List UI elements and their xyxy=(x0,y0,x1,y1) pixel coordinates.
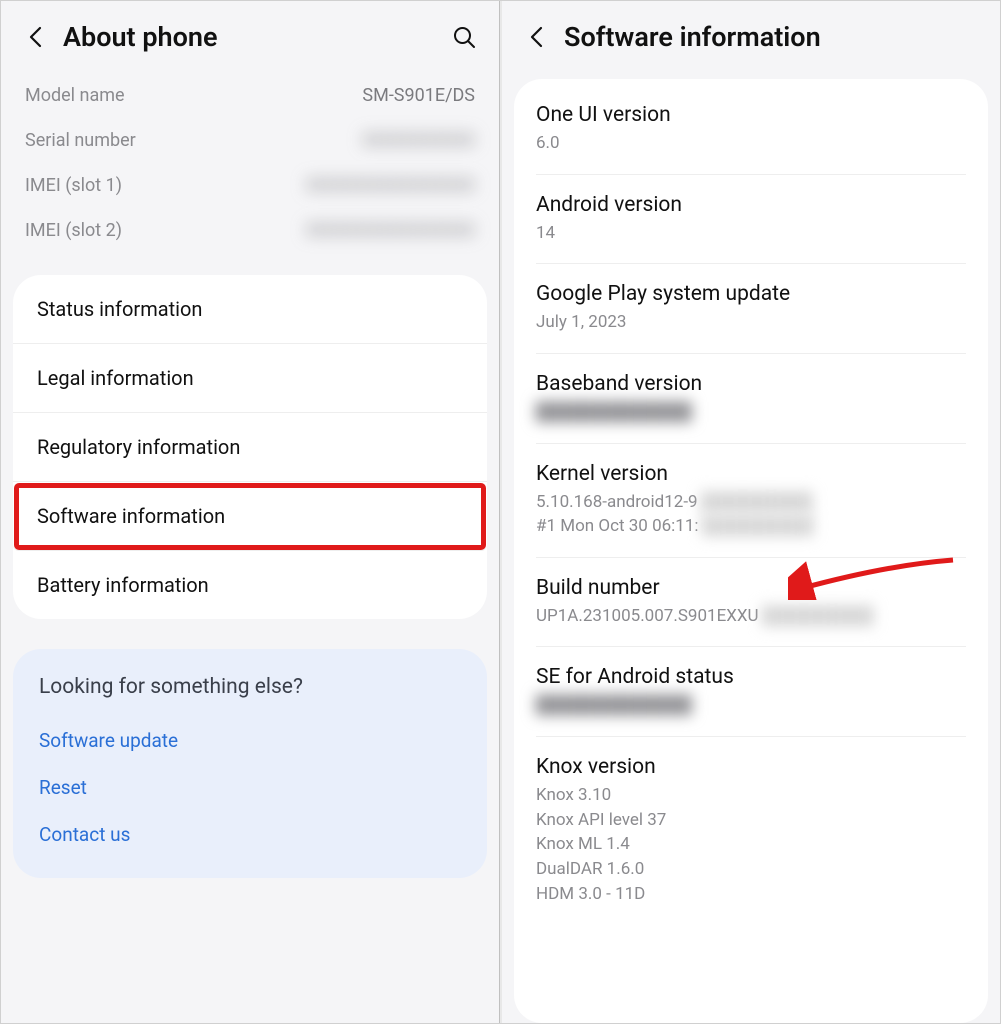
info-row: IMEI (slot 2) XXXXXXXXXXXXXXX xyxy=(25,208,475,253)
info-row: Serial number XXXXXXXXXX xyxy=(25,118,475,163)
sw-item-label: Knox version xyxy=(536,755,966,779)
sw-item-value: Knox 3.10 Knox API level 37 Knox ML 1.4 … xyxy=(536,783,966,906)
suggest-link-reset[interactable]: Reset xyxy=(39,764,461,811)
info-value: XXXXXXXXXX xyxy=(362,130,475,151)
sw-item-value: 6.0 xyxy=(536,131,966,156)
sw-item-android-version[interactable]: Android version 14 xyxy=(536,175,966,265)
info-value: XXXXXXXXXXXXXXX xyxy=(306,175,475,196)
back-button[interactable] xyxy=(522,23,550,51)
sw-item-label: Android version xyxy=(536,193,966,217)
sw-item-label: Baseband version xyxy=(536,372,966,396)
sw-item-value: UP1A.231005.007.S901EXXU xyxy=(536,604,966,629)
sw-item-google-play-system-update[interactable]: Google Play system update July 1, 2023 xyxy=(536,264,966,354)
sw-item-label: Build number xyxy=(536,576,966,600)
sw-item-build-number[interactable]: Build number UP1A.231005.007.S901EXXU xyxy=(536,558,966,648)
sw-item-value: ████████████ xyxy=(536,693,966,718)
about-menu-card: Status informationLegal informationRegul… xyxy=(13,275,487,619)
sw-item-se-for-android-status[interactable]: SE for Android status ████████████ xyxy=(536,647,966,737)
info-value: XXXXXXXXXXXXXXX xyxy=(306,220,475,241)
header: Software information xyxy=(502,1,1000,67)
menu-item-battery-information[interactable]: Battery information xyxy=(13,551,487,619)
info-value: SM-S901E/DS xyxy=(362,85,475,106)
sw-item-value: July 1, 2023 xyxy=(536,310,966,335)
software-information-screen: Software information One UI version 6.0 An… xyxy=(502,1,1000,1023)
sw-item-label: One UI version xyxy=(536,103,966,127)
info-label: Model name xyxy=(25,85,125,106)
chevron-left-icon xyxy=(28,26,42,48)
sw-item-value: ████████████ xyxy=(536,400,966,425)
sw-item-label: Kernel version xyxy=(536,462,966,486)
search-button[interactable] xyxy=(449,22,479,52)
about-phone-screen: About phone Model name SM-S901E/DS Serial … xyxy=(1,1,500,1023)
sw-item-knox-version[interactable]: Knox version Knox 3.10 Knox API level 37 … xyxy=(536,737,966,924)
page-title: About phone xyxy=(63,21,435,53)
header: About phone xyxy=(1,1,499,67)
menu-item-legal-information[interactable]: Legal information xyxy=(13,344,487,413)
menu-item-software-information[interactable]: Software information xyxy=(13,482,487,551)
software-info-card: One UI version 6.0 Android version 14 Google… xyxy=(514,79,988,1023)
info-row: IMEI (slot 1) XXXXXXXXXXXXXXX xyxy=(25,163,475,208)
suggest-link-contact-us[interactable]: Contact us xyxy=(39,811,461,858)
info-label: IMEI (slot 1) xyxy=(25,175,122,196)
back-button[interactable] xyxy=(21,23,49,51)
sw-item-label: SE for Android status xyxy=(536,665,966,689)
sw-item-label: Google Play system update xyxy=(536,282,966,306)
sw-item-kernel-version[interactable]: Kernel version 5.10.168-android12-9#1 Mon… xyxy=(536,444,966,558)
suggest-link-software-update[interactable]: Software update xyxy=(39,717,461,764)
info-label: Serial number xyxy=(25,130,136,151)
chevron-left-icon xyxy=(529,26,543,48)
sw-item-value: 5.10.168-android12-9#1 Mon Oct 30 06:11: xyxy=(536,490,966,539)
search-icon xyxy=(452,25,476,49)
menu-item-regulatory-information[interactable]: Regulatory information xyxy=(13,413,487,482)
device-info-list: Model name SM-S901E/DS Serial number XXXXXX… xyxy=(1,67,499,275)
info-label: IMEI (slot 2) xyxy=(25,220,122,241)
suggestions-card: Looking for something else? Software upd… xyxy=(13,649,487,878)
suggestions-title: Looking for something else? xyxy=(39,675,461,699)
sw-item-baseband-version[interactable]: Baseband version ████████████ xyxy=(536,354,966,444)
sw-item-value: 14 xyxy=(536,221,966,246)
info-row: Model name SM-S901E/DS xyxy=(25,73,475,118)
sw-item-one-ui-version[interactable]: One UI version 6.0 xyxy=(536,85,966,175)
page-title: Software information xyxy=(564,21,980,53)
menu-item-status-information[interactable]: Status information xyxy=(13,275,487,344)
